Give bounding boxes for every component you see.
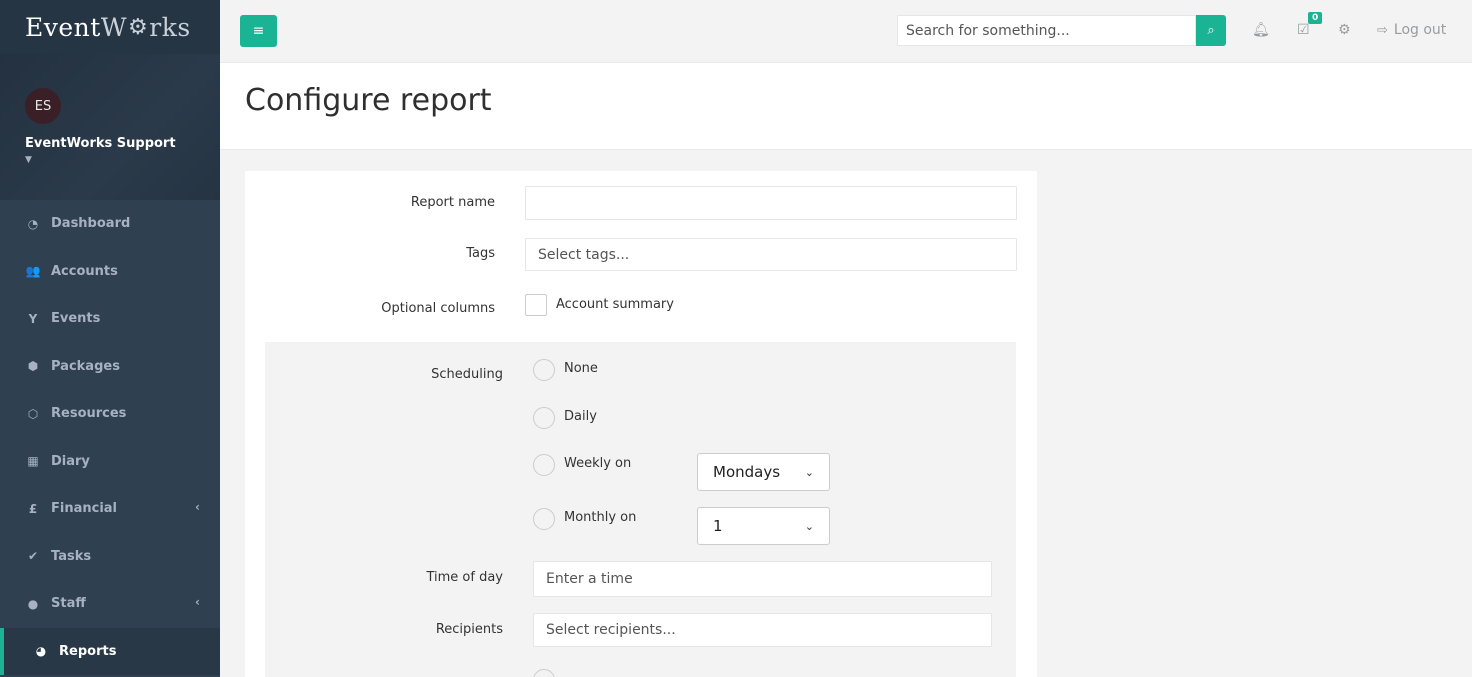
sidebar-item-diary[interactable]: ▦ Diary bbox=[0, 438, 220, 486]
schedule-daily-label: Daily bbox=[564, 409, 597, 424]
sign-out-icon: ⇨ bbox=[1377, 22, 1388, 38]
monthly-day-select[interactable]: 1 ⌄ bbox=[697, 507, 830, 545]
sidebar-item-financial[interactable]: £ Financial ‹ bbox=[0, 485, 220, 533]
report-name-label: Report name bbox=[410, 195, 495, 210]
brand-text-w: W bbox=[100, 12, 128, 42]
cubes-icon: ⬢ bbox=[27, 359, 39, 374]
weekly-day-select[interactable]: Mondays ⌄ bbox=[697, 453, 830, 491]
calendar-icon: ▦ bbox=[27, 454, 39, 469]
pie-chart-icon: ◕ bbox=[35, 644, 47, 659]
glass-icon: Y bbox=[28, 311, 38, 326]
schedule-monthly-label: Monthly on bbox=[564, 510, 637, 525]
sidebar-item-label: Events bbox=[51, 311, 101, 327]
logout-link[interactable]: ⇨ Log out bbox=[1377, 22, 1446, 38]
sidebar-item-label: Resources bbox=[51, 406, 127, 422]
top-navbar: ≡ ⌕ 🔔︎ ☑ 0 ⚙ ⇨ Log out bbox=[220, 0, 1472, 63]
sidebar-item-accounts[interactable]: 👥 Accounts bbox=[0, 248, 220, 296]
logout-label: Log out bbox=[1393, 22, 1447, 38]
gear-logo-icon: ⚙ bbox=[128, 14, 149, 40]
chevron-left-icon: ‹ bbox=[195, 595, 200, 609]
sidebar-item-reports[interactable]: ◕ Reports bbox=[0, 627, 220, 675]
search-input[interactable] bbox=[897, 15, 1196, 46]
chevron-down-icon: ⌄ bbox=[804, 465, 814, 479]
schedule-none-radio[interactable] bbox=[533, 359, 555, 381]
search-button[interactable]: ⌕ bbox=[1196, 15, 1226, 46]
search-icon: ⌕ bbox=[1207, 23, 1215, 38]
users-icon: 👥 bbox=[25, 264, 41, 279]
brand-text-rks: rks bbox=[149, 12, 191, 42]
sidebar-item-label: Packages bbox=[51, 358, 120, 374]
sidebar: Event W ⚙ rks ES EventWorks Support ▼ ◔ Dash… bbox=[0, 0, 220, 677]
sidebar-item-label: Dashboard bbox=[51, 216, 131, 232]
tasks-badge: 0 bbox=[1308, 12, 1323, 24]
sidebar-nav: ◔ Dashboard 👥 Accounts Y Events ⬢ Packages ⬡… bbox=[0, 200, 220, 675]
check-icon: ✔ bbox=[27, 549, 39, 564]
schedule-monthly-radio[interactable] bbox=[533, 508, 555, 530]
cube-icon: ⬡ bbox=[27, 406, 39, 421]
pound-icon: £ bbox=[28, 501, 38, 516]
sidebar-item-resources[interactable]: ⬡ Resources bbox=[0, 390, 220, 438]
tags-label: Tags bbox=[466, 246, 495, 261]
schedule-daily-radio[interactable] bbox=[533, 407, 555, 429]
sidebar-item-label: Staff bbox=[51, 596, 86, 612]
configure-report-form: Report name Tags Optional columns Accoun… bbox=[245, 171, 1037, 677]
chevron-down-icon: ⌄ bbox=[804, 519, 814, 533]
recipients-label: Recipients bbox=[435, 622, 503, 637]
schedule-weekly-radio[interactable] bbox=[533, 454, 555, 476]
sidebar-item-dashboard[interactable]: ◔ Dashboard bbox=[0, 200, 220, 248]
sidebar-item-label: Accounts bbox=[51, 263, 118, 279]
brand-logo[interactable]: Event W ⚙ rks bbox=[0, 0, 220, 54]
caret-down-icon[interactable]: ▼ bbox=[25, 155, 195, 165]
monthly-day-value: 1 bbox=[713, 517, 723, 535]
dashboard-icon: ◔ bbox=[27, 216, 39, 231]
weekly-day-value: Mondays bbox=[713, 463, 781, 481]
schedule-weekly-label: Weekly on bbox=[564, 456, 632, 471]
chevron-left-icon: ‹ bbox=[195, 500, 200, 514]
scheduling-label: Scheduling bbox=[431, 367, 503, 382]
page-heading: Configure report bbox=[220, 63, 1472, 150]
optional-columns-label: Optional columns bbox=[381, 301, 495, 316]
schedule-none-label: None bbox=[564, 361, 598, 376]
report-name-input[interactable] bbox=[525, 186, 1017, 220]
avatar[interactable]: ES bbox=[25, 88, 61, 124]
profile-section: ES EventWorks Support ▼ bbox=[0, 54, 220, 200]
recipients-select[interactable] bbox=[533, 613, 992, 647]
sidebar-item-staff[interactable]: ● Staff ‹ bbox=[0, 580, 220, 628]
tags-select[interactable] bbox=[525, 238, 1017, 271]
sidebar-item-label: Reports bbox=[59, 643, 117, 659]
schedule-extra-radio[interactable] bbox=[533, 669, 555, 677]
sidebar-item-label: Financial bbox=[51, 501, 118, 517]
page-title: Configure report bbox=[245, 83, 492, 118]
time-of-day-label: Time of day bbox=[426, 570, 503, 585]
sidebar-item-packages[interactable]: ⬢ Packages bbox=[0, 343, 220, 391]
menu-toggle-button[interactable]: ≡ bbox=[240, 15, 277, 47]
account-summary-checkbox[interactable] bbox=[525, 294, 547, 316]
time-of-day-input[interactable] bbox=[533, 561, 992, 597]
account-summary-label: Account summary bbox=[556, 297, 674, 312]
scheduling-section: Scheduling None Daily Weekly on Mondays ⌄… bbox=[265, 342, 1016, 677]
brand-text-event: Event bbox=[25, 12, 101, 42]
sidebar-item-label: Tasks bbox=[51, 548, 92, 564]
user-icon: ● bbox=[27, 596, 39, 611]
hamburger-icon: ≡ bbox=[252, 23, 265, 39]
sidebar-item-tasks[interactable]: ✔ Tasks bbox=[0, 533, 220, 581]
bell-icon[interactable]: 🔔︎ bbox=[1252, 22, 1270, 38]
profile-name[interactable]: EventWorks Support bbox=[25, 136, 195, 151]
settings-gear-icon[interactable]: ⚙ bbox=[1338, 22, 1351, 38]
sidebar-item-label: Diary bbox=[51, 453, 90, 469]
sidebar-item-events[interactable]: Y Events bbox=[0, 295, 220, 343]
tasks-check-icon[interactable]: ☑ bbox=[1297, 22, 1310, 38]
